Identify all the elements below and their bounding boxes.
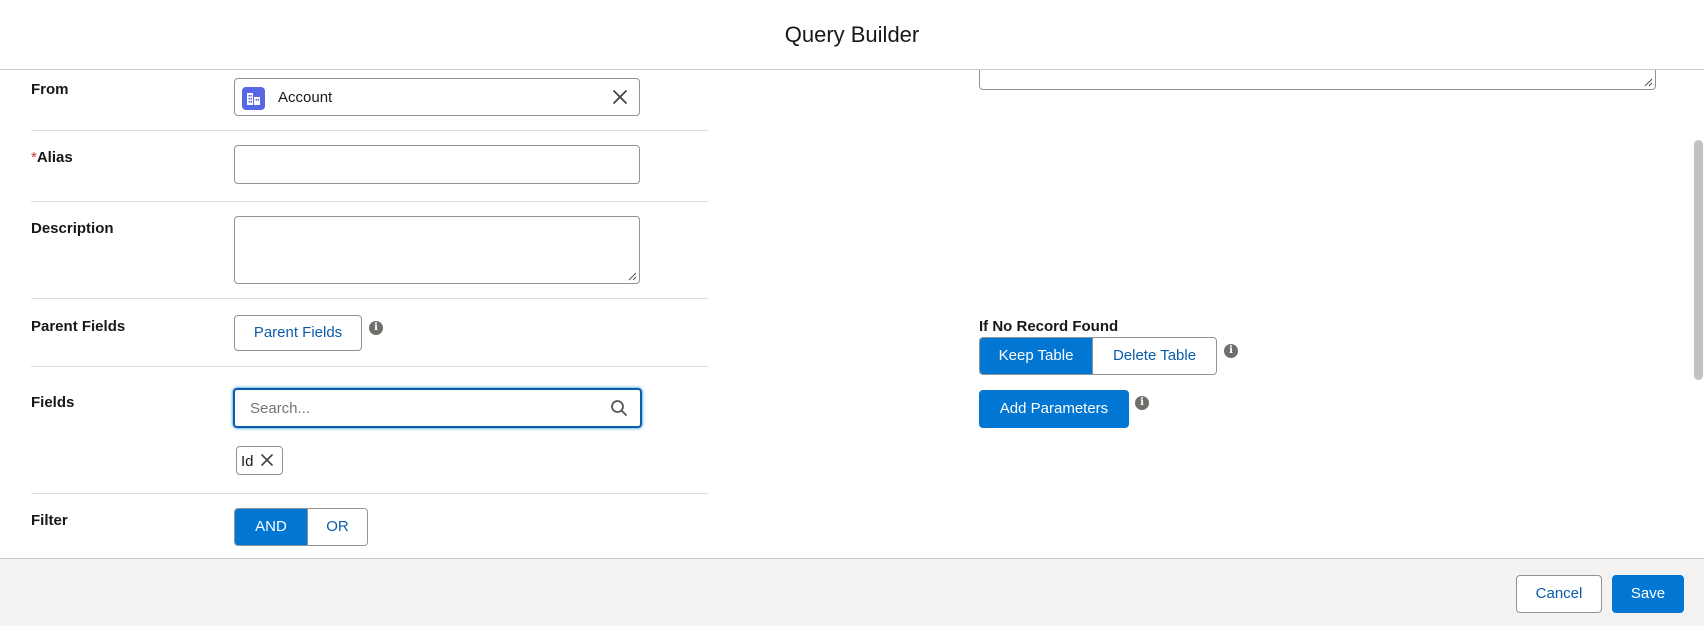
scrollbar-thumb[interactable] xyxy=(1694,140,1703,380)
from-lookup[interactable]: Account xyxy=(234,78,640,116)
divider xyxy=(31,130,708,131)
add-parameters-button[interactable]: Add Parameters xyxy=(979,390,1129,428)
filter-and-button[interactable]: AND xyxy=(235,509,307,545)
filter-label: Filter xyxy=(31,512,68,529)
filter-logic-toggle: AND OR xyxy=(234,508,368,546)
fields-search-input[interactable]: Search... xyxy=(233,388,642,428)
selected-field-pill[interactable]: Id xyxy=(236,446,283,475)
resize-grip-icon[interactable] xyxy=(1643,77,1653,87)
info-icon[interactable]: i xyxy=(1224,344,1238,358)
divider xyxy=(31,298,708,299)
selected-field-label: Id xyxy=(241,453,254,470)
modal-footer: Cancel Save xyxy=(0,558,1704,626)
modal-body: From Account *Alias Description Parent F… xyxy=(0,70,1704,558)
parent-fields-label: Parent Fields xyxy=(31,318,126,335)
alias-label: *Alias xyxy=(31,149,73,166)
save-button[interactable]: Save xyxy=(1612,575,1684,613)
from-label: From xyxy=(31,81,69,98)
from-value: Account xyxy=(278,89,333,106)
account-object-icon xyxy=(242,87,265,110)
alias-input[interactable] xyxy=(234,145,640,184)
close-icon[interactable] xyxy=(611,88,629,106)
search-placeholder: Search... xyxy=(250,400,311,417)
description-textarea[interactable] xyxy=(234,216,640,284)
divider xyxy=(31,366,708,367)
if-no-record-found-toggle: Keep Table Delete Table xyxy=(979,337,1217,375)
info-icon[interactable]: i xyxy=(369,321,383,335)
cancel-button[interactable]: Cancel xyxy=(1516,575,1602,613)
parent-fields-button[interactable]: Parent Fields xyxy=(234,315,362,351)
scrollbar[interactable] xyxy=(1693,70,1704,558)
info-icon[interactable]: i xyxy=(1135,396,1149,410)
search-icon xyxy=(610,399,628,422)
divider xyxy=(31,493,708,494)
close-icon[interactable] xyxy=(259,452,275,473)
alias-label-text: Alias xyxy=(36,149,73,166)
top-right-textarea[interactable] xyxy=(979,70,1656,90)
modal-header: Query Builder xyxy=(0,0,1704,70)
filter-or-button[interactable]: OR xyxy=(306,509,367,545)
if-no-record-found-label: If No Record Found xyxy=(979,318,1119,335)
fields-label: Fields xyxy=(31,394,75,411)
delete-table-button[interactable]: Delete Table xyxy=(1092,338,1216,374)
resize-grip-icon[interactable] xyxy=(627,271,637,281)
divider xyxy=(31,201,708,202)
modal-title: Query Builder xyxy=(784,22,920,47)
keep-table-button[interactable]: Keep Table xyxy=(980,338,1093,374)
description-label: Description xyxy=(31,220,114,237)
